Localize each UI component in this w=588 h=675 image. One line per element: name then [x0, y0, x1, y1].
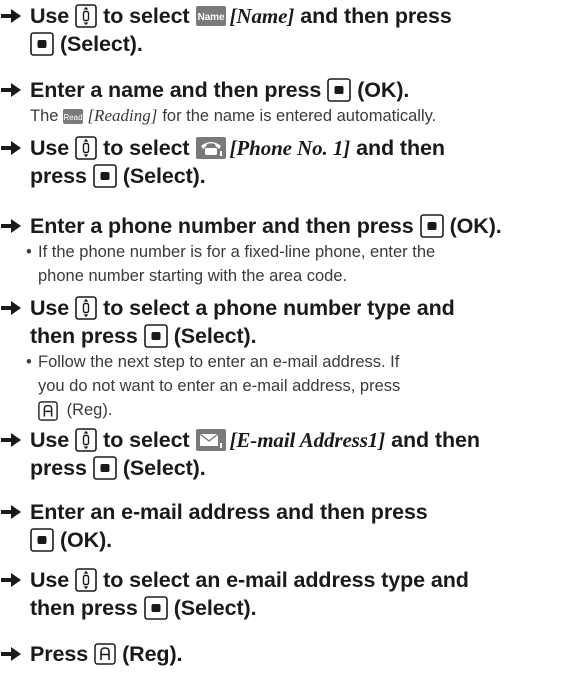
right-arrow-icon — [0, 139, 30, 157]
right-arrow-icon — [0, 571, 30, 589]
note-text: for the name is entered automatically. — [162, 107, 437, 125]
step-text: and then — [356, 136, 445, 160]
up-down-nav-key-icon — [75, 568, 97, 592]
note-text: phone number starting with the area code… — [38, 267, 348, 285]
menu-item-phone-1: [Phone No. 1] — [229, 136, 351, 160]
note-text: If the phone number is for a fixed-line … — [38, 243, 436, 261]
note-bullet: • Follow the next step to enter an e-mai… — [18, 350, 584, 422]
up-down-nav-key-icon — [75, 428, 97, 452]
step-text: (OK). — [357, 78, 410, 102]
instructions-page: Use to select Name [Name] and then press… — [0, 0, 588, 675]
step-select-name: Use to select Name [Name] and then press… — [0, 2, 584, 58]
step-text: (Select). — [122, 164, 206, 188]
step-text: to select — [103, 4, 190, 28]
a-key-icon — [94, 643, 116, 665]
step-text: Press — [30, 642, 89, 666]
step-text: press — [30, 456, 87, 480]
step-text: (Select). — [173, 324, 257, 348]
a-key-icon — [38, 401, 58, 421]
right-arrow-icon — [0, 299, 30, 317]
step-text: and then press — [300, 4, 452, 28]
step-text: Use — [30, 568, 70, 592]
menu-item-name: [Name] — [229, 4, 295, 28]
svg-text:Name: Name — [197, 12, 224, 23]
name-chip-icon: Name — [195, 6, 226, 26]
center-select-key-icon — [30, 528, 54, 552]
center-select-key-icon — [93, 456, 117, 480]
step-text: (Select). — [60, 32, 143, 56]
step-text: then press — [30, 596, 138, 620]
up-down-nav-key-icon — [75, 4, 97, 28]
center-select-key-icon — [420, 214, 444, 238]
step-select-phone-type: Use to select a phone number type and th… — [0, 294, 584, 422]
step-text: (OK). — [449, 214, 502, 238]
note-text: The — [30, 107, 59, 125]
step-text: to select a phone number type and — [103, 296, 455, 320]
mail-chip-icon — [196, 429, 226, 451]
read-chip-icon: Read — [63, 108, 84, 124]
right-arrow-icon — [0, 7, 30, 25]
step-text: to select — [103, 428, 190, 452]
step-text: Enter a phone number and then press — [30, 214, 414, 238]
step-text: Use — [30, 296, 70, 320]
step-text: Use — [30, 136, 70, 160]
bullet-dot: • — [26, 353, 32, 371]
step-text: Enter an e-mail address and then press — [30, 500, 428, 524]
step-text: press — [30, 164, 87, 188]
note-bullet: • If the phone number is for a fixed-lin… — [18, 240, 584, 288]
step-text: then press — [30, 324, 138, 348]
step-enter-phone: Enter a phone number and then press (OK)… — [0, 212, 584, 288]
right-arrow-icon — [0, 645, 30, 663]
step-select-phone: Use to select [Phone No. 1] and then pre… — [0, 134, 584, 190]
center-select-key-icon — [30, 32, 54, 56]
center-select-key-icon — [144, 324, 168, 348]
menu-item-email-1: [E-mail Address1] — [229, 428, 386, 452]
step-press-reg: Press (Reg). — [0, 640, 584, 668]
note-text: Follow the next step to enter an e-mail … — [38, 353, 400, 371]
center-select-key-icon — [327, 78, 351, 102]
center-select-key-icon — [93, 164, 117, 188]
step-select-email: Use to select [E-mail Address1] and then… — [0, 426, 584, 482]
field-reading: [Reading] — [87, 106, 158, 125]
svg-text:Read: Read — [64, 113, 83, 122]
center-select-key-icon — [144, 596, 168, 620]
right-arrow-icon — [0, 81, 30, 99]
phone-chip-icon — [196, 137, 226, 159]
right-arrow-icon — [0, 431, 30, 449]
step-text: (Select). — [122, 456, 206, 480]
step-text: and then — [391, 428, 480, 452]
up-down-nav-key-icon — [75, 296, 97, 320]
step-enter-email: Enter an e-mail address and then press (… — [0, 498, 584, 554]
step-select-email-type: Use to select an e-mail address type and… — [0, 566, 584, 622]
note-text: you do not want to enter an e-mail addre… — [38, 377, 401, 395]
up-down-nav-key-icon — [75, 136, 97, 160]
right-arrow-icon — [0, 503, 30, 521]
bullet-dot: • — [26, 243, 32, 261]
step-text: (Reg). — [122, 642, 183, 666]
step-text: to select — [103, 136, 190, 160]
step-text: (Select). — [173, 596, 257, 620]
step-text: (OK). — [60, 528, 113, 552]
right-arrow-icon — [0, 217, 30, 235]
step-text: Use — [30, 4, 70, 28]
step-text: Enter a name and then press — [30, 78, 322, 102]
step-text: to select an e-mail address type and — [103, 568, 469, 592]
note-text: (Reg). — [66, 401, 113, 419]
step-enter-name: Enter a name and then press (OK). The Re… — [0, 76, 584, 128]
step-text: Use — [30, 428, 70, 452]
